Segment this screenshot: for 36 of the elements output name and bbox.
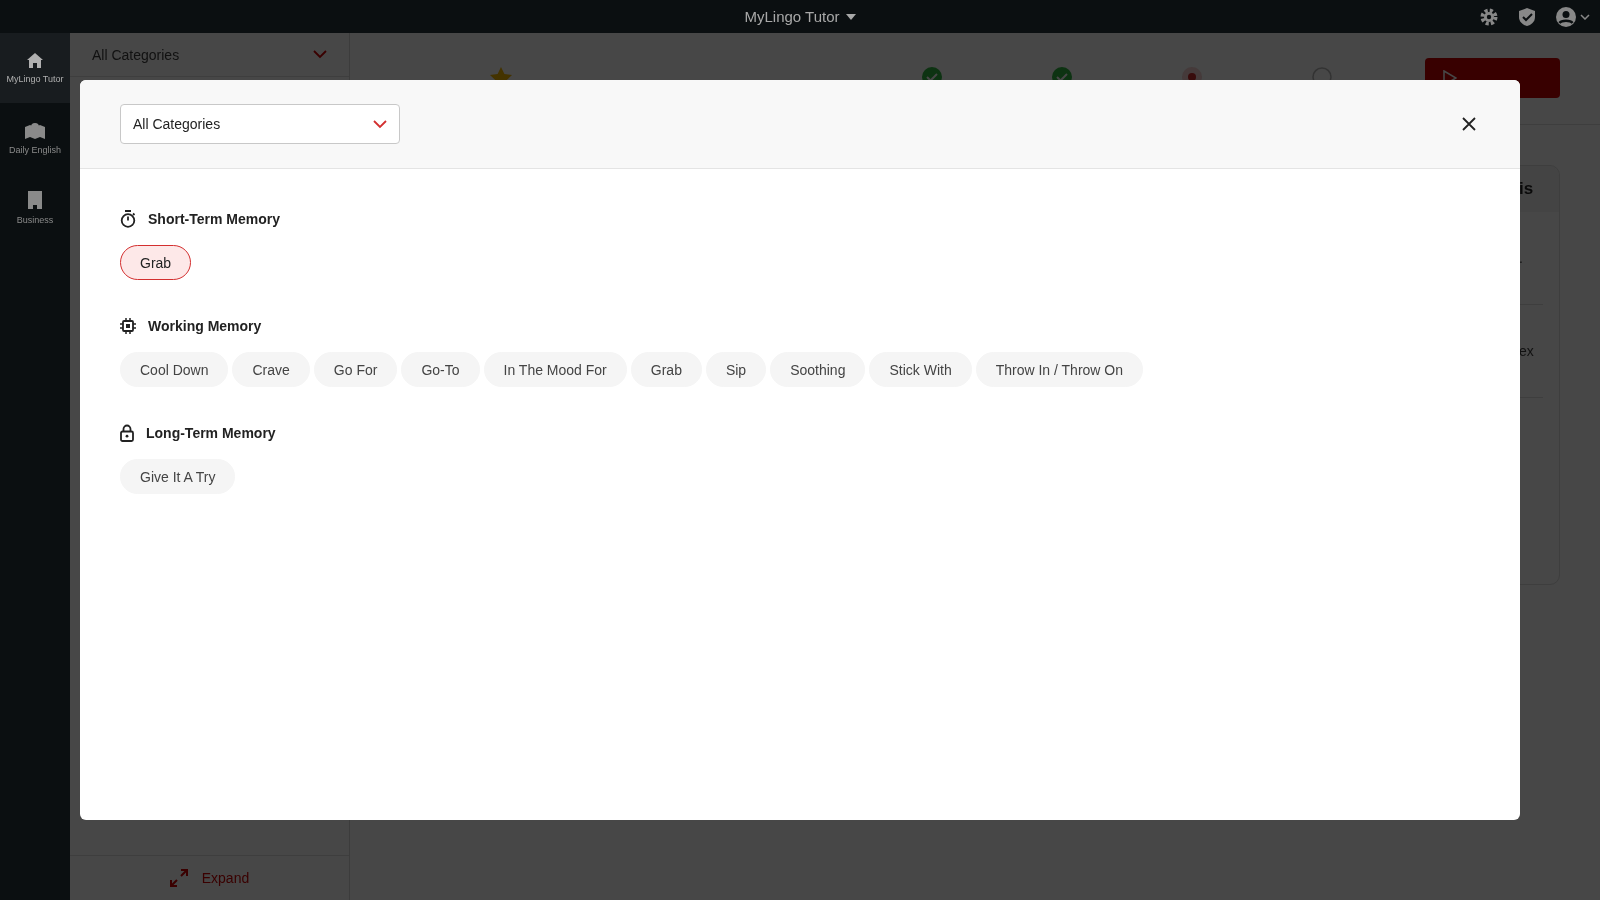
map-icon xyxy=(25,121,45,139)
card-heading: is xyxy=(1519,179,1534,199)
phrase-chip[interactable]: Give It A Try xyxy=(120,459,236,494)
building-icon xyxy=(28,191,42,209)
card-text: . xyxy=(1519,250,1523,266)
section-title: Long-Term Memory xyxy=(146,425,276,441)
phrase-chip[interactable]: Soothing xyxy=(770,352,866,387)
app-title-menu[interactable]: MyLingo Tutor xyxy=(744,8,856,25)
account-icon[interactable] xyxy=(1556,6,1576,27)
nav-item[interactable]: Business xyxy=(0,173,70,243)
phrase-chip[interactable]: In The Mood For xyxy=(483,352,627,387)
phrase-chip[interactable]: Go For xyxy=(313,352,398,387)
settings-icon[interactable] xyxy=(1480,7,1498,26)
expand-icon xyxy=(169,869,188,887)
processor-icon xyxy=(120,318,136,334)
nav-item[interactable]: MyLingo Tutor xyxy=(0,33,70,103)
shield-check-icon[interactable] xyxy=(1518,7,1536,26)
phrase-chip[interactable]: Throw In / Throw On xyxy=(975,352,1143,387)
phrase-chip[interactable]: Grab xyxy=(630,352,702,387)
stopwatch-icon xyxy=(120,210,136,228)
phrase-chip[interactable]: Grab xyxy=(120,245,192,280)
nav-item[interactable]: Daily English xyxy=(0,103,70,173)
chevron-down-icon xyxy=(373,119,387,129)
phrase-chip[interactable]: Sip xyxy=(705,352,767,387)
home-icon xyxy=(27,52,43,68)
section-title: Working Memory xyxy=(148,318,262,334)
lock-icon xyxy=(120,424,134,442)
caret-icon[interactable] xyxy=(1580,13,1590,20)
category-select[interactable]: All Categories xyxy=(120,104,400,144)
phrase-chip[interactable]: Go-To xyxy=(401,352,480,387)
caret-icon xyxy=(845,13,856,20)
section-title: Short-Term Memory xyxy=(148,211,280,227)
phrase-chip[interactable]: Stick With xyxy=(869,352,972,387)
phrase-chip[interactable]: Crave xyxy=(232,352,310,387)
chevron-down-icon xyxy=(313,50,327,59)
phrase-chip[interactable]: Cool Down xyxy=(120,352,229,387)
